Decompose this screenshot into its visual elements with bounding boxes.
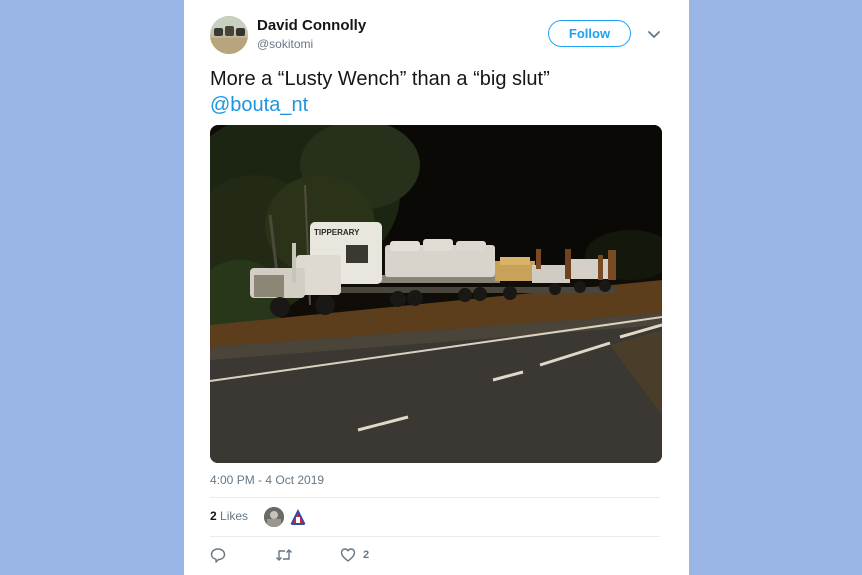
author-avatar[interactable] [210,16,248,54]
tweet-text: More a “Lusty Wench” than a “big slut” @… [210,66,670,118]
truck-sign: TIPPERARY [314,228,360,237]
reply-button[interactable] [210,546,226,564]
author-handle[interactable]: @sokitomi [257,37,313,51]
like-count: 2 [363,549,370,561]
tweet-card: David Connolly @sokitomi Follow More a “… [184,0,689,575]
road-train-image: TIPPERARY [210,125,662,463]
divider [210,536,660,537]
heart-icon [340,548,356,562]
liker-avatar[interactable] [288,507,308,527]
likes-count: 2 [210,509,217,523]
follow-button[interactable]: Follow [548,20,631,47]
likes-summary[interactable]: 2 Likes [210,509,248,523]
chevron-down-icon[interactable] [646,29,662,41]
reply-icon [210,548,226,563]
tweet-timestamp[interactable]: 4:00 PM - 4 Oct 2019 [210,473,324,487]
divider [210,497,660,498]
liker-avatar[interactable] [264,507,284,527]
retweet-icon [276,549,292,561]
retweet-button[interactable] [275,546,293,564]
tweet-body: More a “Lusty Wench” than a “big slut” [210,68,550,90]
likes-label: Likes [220,509,249,523]
tweet-photo[interactable]: TIPPERARY [210,125,662,463]
mention-link[interactable]: @bouta_nt [210,92,308,118]
like-button[interactable]: 2 [340,546,369,564]
author-name[interactable]: David Connolly [257,17,366,34]
